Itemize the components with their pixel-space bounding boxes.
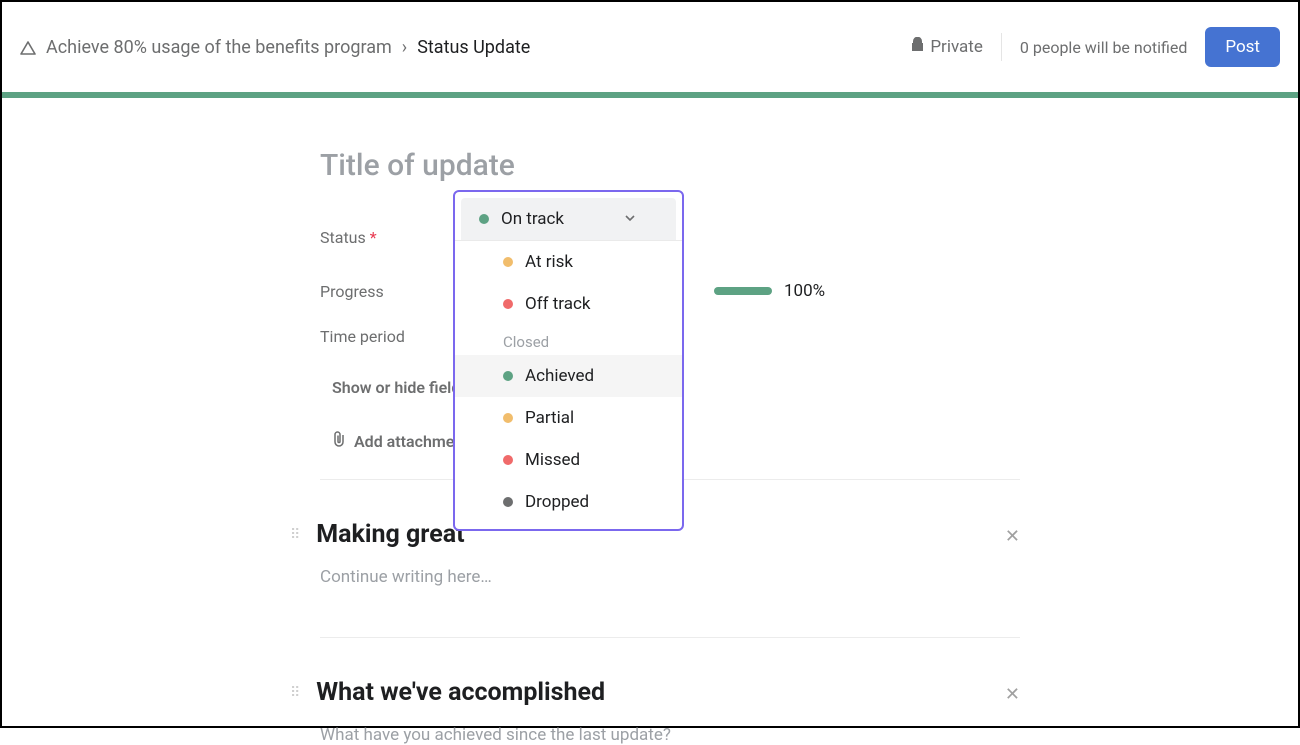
status-field-label: Status* [320, 228, 464, 247]
status-option-at-risk[interactable]: At risk [455, 241, 682, 283]
status-dot-icon [503, 299, 513, 309]
status-dot-icon [479, 214, 489, 224]
status-dot-icon [503, 371, 513, 381]
breadcrumb: Achieve 80% usage of the benefits progra… [20, 37, 911, 58]
status-dot-icon [503, 413, 513, 423]
close-icon[interactable]: ✕ [1005, 684, 1020, 705]
lock-icon [911, 37, 924, 57]
divider [1001, 33, 1002, 61]
post-button[interactable]: Post [1205, 27, 1280, 67]
section-title[interactable]: Making great [316, 520, 464, 549]
progress-field-label: Progress [320, 282, 464, 301]
status-option-achieved[interactable]: Achieved [455, 355, 682, 397]
status-option-on-track[interactable]: On track [461, 198, 676, 240]
close-icon[interactable]: ✕ [1005, 526, 1020, 547]
status-option-partial[interactable]: Partial [455, 397, 682, 439]
status-option-dropped[interactable]: Dropped [455, 481, 682, 523]
status-dropdown-menu: On track At risk Off track Closed Achiev… [453, 190, 684, 531]
status-option-off-track[interactable]: Off track [455, 283, 682, 325]
attachment-icon [332, 431, 346, 451]
status-option-missed[interactable]: Missed [455, 439, 682, 481]
chevron-down-icon [624, 209, 636, 229]
privacy-indicator[interactable]: Private [911, 37, 983, 57]
breadcrumb-parent[interactable]: Achieve 80% usage of the benefits progra… [46, 37, 392, 58]
add-attachment-button[interactable]: Add attachment [320, 425, 469, 457]
divider [320, 637, 1020, 638]
progress-bar [714, 287, 772, 295]
breadcrumb-current: Status Update [417, 37, 530, 58]
section-title[interactable]: What we've accomplished [316, 678, 605, 707]
status-dot-icon [503, 497, 513, 507]
status-group-closed-label: Closed [455, 325, 682, 355]
time-period-field-label: Time period [320, 327, 464, 346]
show-hide-fields-button[interactable]: Show or hide field [320, 372, 460, 403]
progress-percent: 100% [784, 281, 825, 301]
notify-count[interactable]: 0 people will be notified [1020, 38, 1187, 57]
chevron-right-icon: › [402, 37, 407, 58]
goal-icon [20, 40, 36, 54]
section-body-input[interactable]: Continue writing here… [320, 567, 1020, 587]
drag-handle-icon[interactable]: ⠿ [290, 685, 302, 701]
privacy-label: Private [930, 37, 983, 57]
title-input[interactable]: Title of update [320, 148, 1020, 183]
status-dot-icon [503, 257, 513, 267]
status-dot-icon [503, 455, 513, 465]
update-section: ⠿ What we've accomplished ✕ What have yo… [320, 678, 1020, 745]
drag-handle-icon[interactable]: ⠿ [290, 527, 302, 543]
section-body-input[interactable]: What have you achieved since the last up… [320, 725, 1020, 745]
